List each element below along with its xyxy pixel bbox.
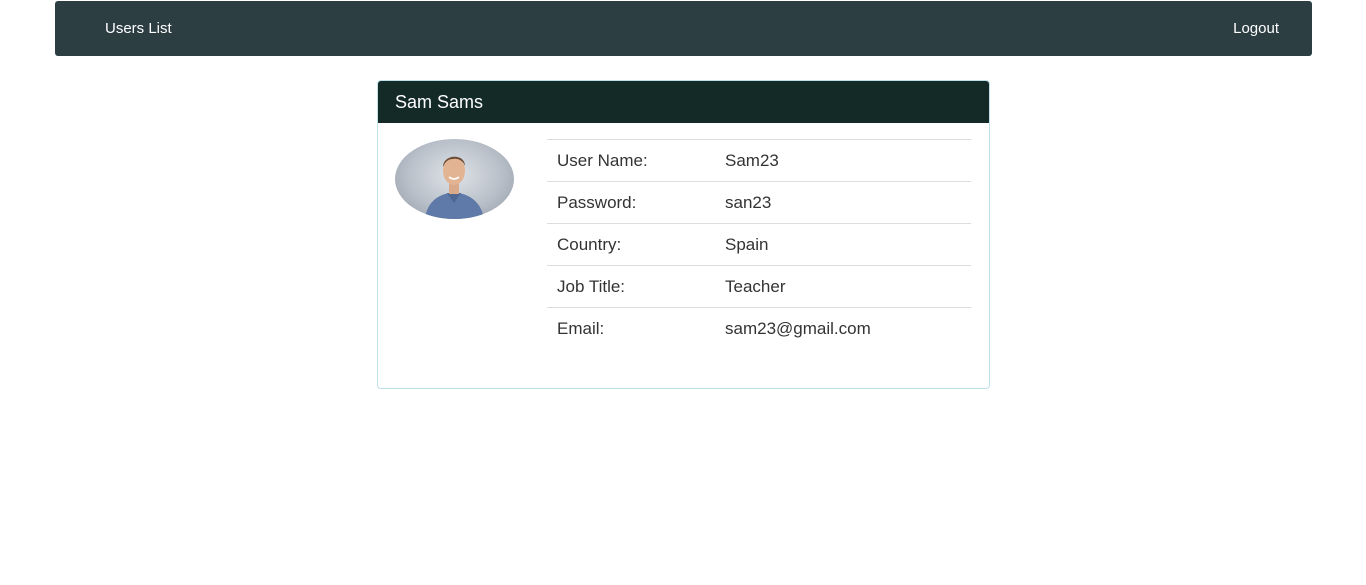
email-label: Email: xyxy=(547,307,715,349)
country-label: Country: xyxy=(547,223,715,266)
profile-name-heading: Sam Sams xyxy=(378,81,989,123)
table-row: Password: san23 xyxy=(547,181,971,224)
job-title-value: Teacher xyxy=(715,265,971,308)
users-list-link[interactable]: Users List xyxy=(105,1,172,56)
table-row: Job Title: Teacher xyxy=(547,265,971,308)
country-value: Spain xyxy=(715,223,971,266)
avatar xyxy=(395,139,514,219)
username-value: Sam23 xyxy=(715,139,971,182)
person-photo-icon xyxy=(425,156,484,219)
table-row: Country: Spain xyxy=(547,223,971,266)
job-title-label: Job Title: xyxy=(547,265,715,308)
top-navbar: Users List Logout xyxy=(55,1,1312,56)
table-row: Email: sam23@gmail.com xyxy=(547,307,971,349)
user-profile-panel: Sam Sams User Name: Sam23 Password: san2… xyxy=(377,80,990,389)
user-details-table: User Name: Sam23 Password: san23 Country… xyxy=(547,139,971,349)
password-value: san23 xyxy=(715,181,971,224)
username-label: User Name: xyxy=(547,139,715,182)
table-row: User Name: Sam23 xyxy=(547,139,971,182)
logout-link[interactable]: Logout xyxy=(1233,1,1279,56)
password-label: Password: xyxy=(547,181,715,224)
email-value: sam23@gmail.com xyxy=(715,307,971,349)
